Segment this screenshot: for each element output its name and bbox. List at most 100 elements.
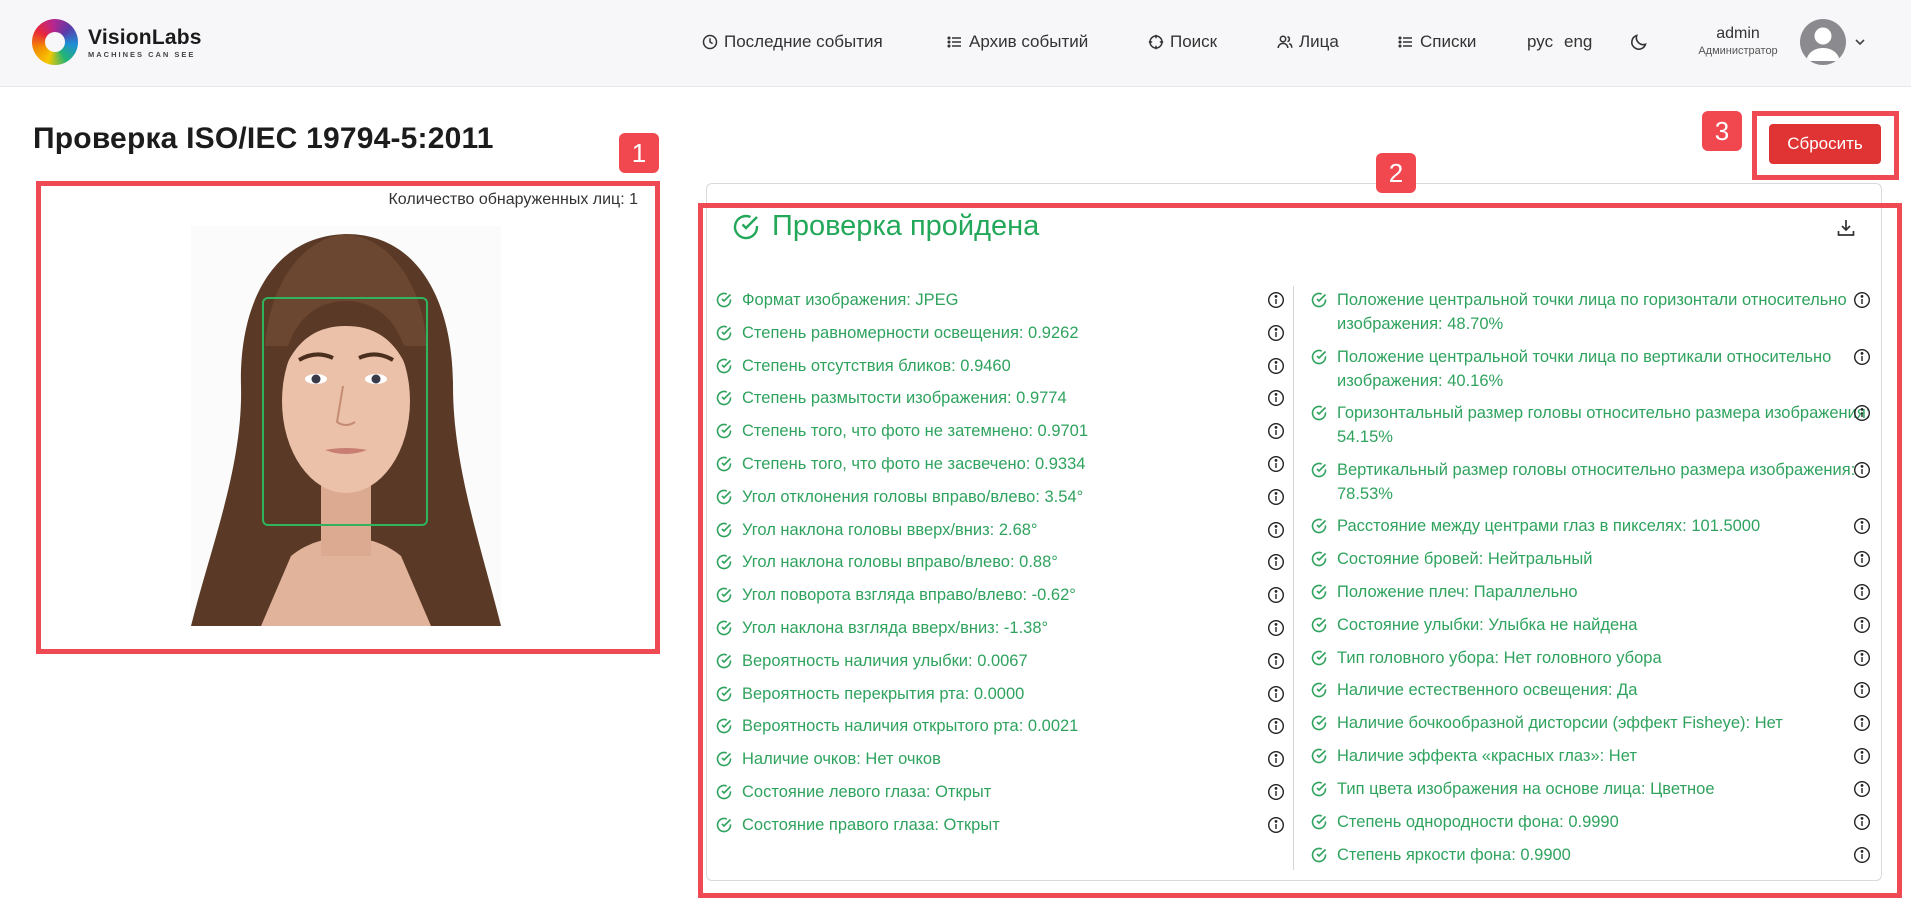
info-icon[interactable] <box>1267 488 1285 506</box>
check-circle-icon <box>716 587 732 603</box>
info-icon[interactable] <box>1267 652 1285 670</box>
check-item-text: Степень равномерности освещения: 0.9262 <box>742 323 1079 342</box>
nav-label: Списки <box>1420 32 1477 51</box>
lang-ru-link[interactable]: рус <box>1527 29 1553 55</box>
page-title: Проверка ISO/IEC 19794-5:2011 <box>33 122 494 155</box>
column-divider <box>1293 286 1294 870</box>
info-icon[interactable] <box>1853 583 1871 601</box>
info-icon[interactable] <box>1853 714 1871 732</box>
info-icon[interactable] <box>1267 422 1285 440</box>
nav-latest-events[interactable]: Последние события <box>702 29 883 55</box>
check-circle-icon <box>716 522 732 537</box>
check-circle-icon <box>1311 748 1327 764</box>
info-icon[interactable] <box>1853 616 1871 634</box>
check-item: Расстояние между центрами глаз в пикселя… <box>1311 514 1871 547</box>
reset-button[interactable]: Сбросить <box>1769 124 1881 164</box>
info-icon[interactable] <box>1267 619 1285 637</box>
check-passed-title: Проверка пройдена <box>732 210 1039 243</box>
check-item-text: Степень однородности фона: 0.9990 <box>1337 813 1619 832</box>
check-circle-icon <box>716 686 732 701</box>
check-item: Положение плеч: Параллельно <box>1311 580 1871 613</box>
check-item: Степень того, что фото не затемнено: 0.9… <box>716 419 1286 452</box>
check-circle-icon <box>716 620 732 636</box>
check-circle-icon <box>733 214 759 239</box>
info-icon[interactable] <box>1853 404 1871 422</box>
faces-detected-count: Количество обнаруженных лиц: 1 <box>388 191 638 208</box>
check-circle-icon <box>716 719 732 734</box>
lang-en-link[interactable]: eng <box>1564 29 1592 55</box>
info-icon[interactable] <box>1267 291 1285 309</box>
check-circle-icon <box>1311 814 1327 830</box>
check-item: Угол отклонения головы вправо/влево: 3.5… <box>716 485 1286 518</box>
check-item-text: Вероятность наличия открытого рта: 0.002… <box>742 717 1079 736</box>
info-icon[interactable] <box>1267 455 1285 473</box>
list-icon <box>947 36 961 48</box>
clock-icon <box>702 34 718 50</box>
info-icon[interactable] <box>1267 816 1285 834</box>
check-item: Наличие эффекта «красных глаз»: Нет <box>1311 744 1871 777</box>
info-icon[interactable] <box>1853 517 1871 535</box>
nav-search[interactable]: Поиск <box>1148 29 1217 55</box>
check-circle-icon <box>716 423 732 439</box>
check-item: Угол наклона взгляда вверх/вниз: -1.38° <box>716 616 1286 649</box>
check-item: Степень того, что фото не засвечено: 0.9… <box>716 452 1286 485</box>
check-circle-icon <box>1311 292 1327 308</box>
info-icon[interactable] <box>1267 389 1285 407</box>
info-icon[interactable] <box>1853 780 1871 798</box>
avatar[interactable] <box>1800 19 1846 65</box>
users-icon <box>1277 35 1293 49</box>
check-list-left: Формат изображения: JPEG Степень равномер… <box>716 288 1286 846</box>
info-icon[interactable] <box>1853 747 1871 765</box>
info-icon[interactable] <box>1267 586 1285 604</box>
nav-lists[interactable]: Списки <box>1398 29 1476 55</box>
check-item: Тип головного убора: Нет головного убора <box>1311 646 1871 679</box>
check-item: Угол наклона головы вправо/влево: 0.88° <box>716 550 1286 583</box>
logo-ring-icon <box>32 19 78 65</box>
face-detection-box[interactable] <box>262 297 428 526</box>
moon-icon[interactable] <box>1629 32 1649 52</box>
step-badge-3: 3 <box>1702 111 1742 151</box>
info-icon[interactable] <box>1267 783 1285 801</box>
info-icon[interactable] <box>1267 357 1285 375</box>
step-badge-2: 2 <box>1376 153 1416 193</box>
check-item: Угол наклона головы вверх/вниз: 2.68° <box>716 518 1286 551</box>
check-item-text: Состояние левого глаза: Открыт <box>742 782 992 801</box>
info-icon[interactable] <box>1267 717 1285 735</box>
info-icon[interactable] <box>1853 681 1871 699</box>
chevron-down-icon[interactable] <box>1853 35 1867 49</box>
check-item-text: Угол отклонения головы вправо/влево: 3.5… <box>742 487 1084 506</box>
nav-faces[interactable]: Лица <box>1277 29 1339 55</box>
info-icon[interactable] <box>1267 685 1285 703</box>
check-item: Степень отсутствия бликов: 0.9460 <box>716 354 1286 387</box>
check-item: Тип цвета изображения на основе лица: Цв… <box>1311 777 1871 810</box>
check-circle-icon <box>716 555 732 570</box>
nav-events-archive[interactable]: Архив событий <box>947 29 1088 55</box>
info-icon[interactable] <box>1853 461 1871 479</box>
check-circle-icon <box>716 292 732 308</box>
check-item-text: Наличие бочкообразной дисторсии (эффект … <box>1337 714 1783 733</box>
info-icon[interactable] <box>1853 813 1871 831</box>
info-icon[interactable] <box>1853 550 1871 568</box>
check-passed-label: Проверка пройдена <box>772 210 1040 242</box>
check-item-text: Вероятность наличия улыбки: 0.0067 <box>742 651 1028 670</box>
check-circle-icon <box>1311 716 1327 731</box>
user-info: admin Администратор <box>1688 24 1788 58</box>
check-item: Наличие бочкообразной дисторсии (эффект … <box>1311 711 1871 744</box>
nav-label: Архив событий <box>969 32 1089 51</box>
check-circle-icon <box>1311 551 1327 567</box>
info-icon[interactable] <box>1853 348 1871 366</box>
check-item: Состояние улыбки: Улыбка не найдена <box>1311 613 1871 646</box>
visionlabs-logo[interactable]: VisionLabs MACHINES CAN SEE <box>32 19 202 65</box>
check-item: Вероятность наличия улыбки: 0.0067 <box>716 649 1286 682</box>
info-icon[interactable] <box>1267 750 1285 768</box>
check-item: Угол поворота взгляда вправо/влево: -0.6… <box>716 583 1286 616</box>
info-icon[interactable] <box>1267 521 1285 539</box>
check-circle-icon <box>716 325 732 341</box>
info-icon[interactable] <box>1853 846 1871 864</box>
download-icon[interactable] <box>1836 218 1856 238</box>
check-item-text: Угол наклона головы вправо/влево: 0.88° <box>742 553 1058 572</box>
info-icon[interactable] <box>1853 649 1871 667</box>
info-icon[interactable] <box>1267 324 1285 342</box>
info-icon[interactable] <box>1853 291 1871 309</box>
info-icon[interactable] <box>1267 553 1285 571</box>
